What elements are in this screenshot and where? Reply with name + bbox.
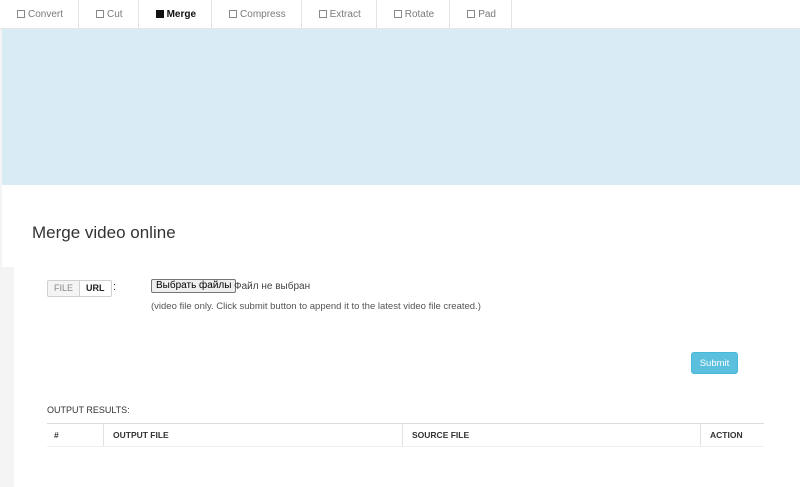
tool-tabs: Convert Cut Merge Compress Extract Rotat…: [0, 0, 800, 29]
square-icon: [17, 10, 25, 18]
square-icon: [318, 10, 327, 18]
tab-compress[interactable]: Compress: [212, 0, 302, 28]
tab-label: Merge: [166, 8, 197, 20]
main-content: Merge video online FILE URL : Выбрать фа…: [2, 185, 800, 487]
file-status: Файл не выбран: [234, 281, 311, 292]
tab-extract[interactable]: Extract: [302, 0, 377, 28]
column-header-source-file: SOURCE FILE: [402, 424, 700, 446]
tab-label: Pad: [478, 8, 496, 20]
square-icon: [393, 10, 402, 18]
results-label: OUTPUT RESULTS:: [47, 405, 130, 415]
tab-merge[interactable]: Merge: [139, 0, 213, 28]
toggle-colon: :: [113, 281, 117, 293]
tab-label: Compress: [240, 8, 286, 20]
upload-hint: (video file only. Click submit button to…: [151, 301, 481, 312]
square-icon: [96, 10, 105, 18]
column-header-number: #: [54, 430, 59, 440]
tab-pad[interactable]: Pad: [450, 0, 512, 28]
banner-area: [2, 29, 800, 185]
tab-label: Extract: [329, 8, 361, 20]
page-title: Merge video online: [32, 223, 176, 242]
side-gutter: [2, 267, 14, 487]
square-icon: [229, 10, 238, 18]
source-toggle: FILE URL: [47, 280, 112, 297]
submit-button[interactable]: Submit: [691, 352, 738, 374]
tab-label: Rotate: [404, 8, 435, 20]
choose-files-button[interactable]: Выбрать файлы: [151, 279, 237, 293]
column-header-action: ACTION: [700, 424, 764, 446]
column-header-output-file: OUTPUT FILE: [103, 424, 402, 446]
tab-convert[interactable]: Convert: [0, 0, 80, 28]
tab-label: Convert: [28, 8, 64, 20]
square-icon: [467, 10, 476, 18]
url-option[interactable]: URL: [80, 281, 111, 296]
square-filled-icon: [155, 10, 164, 18]
results-table: # OUTPUT FILE SOURCE FILE ACTION: [47, 423, 764, 447]
file-option[interactable]: FILE: [48, 281, 81, 296]
tab-label: Cut: [107, 8, 123, 20]
tab-rotate[interactable]: Rotate: [377, 0, 451, 28]
tab-cut[interactable]: Cut: [79, 0, 139, 28]
